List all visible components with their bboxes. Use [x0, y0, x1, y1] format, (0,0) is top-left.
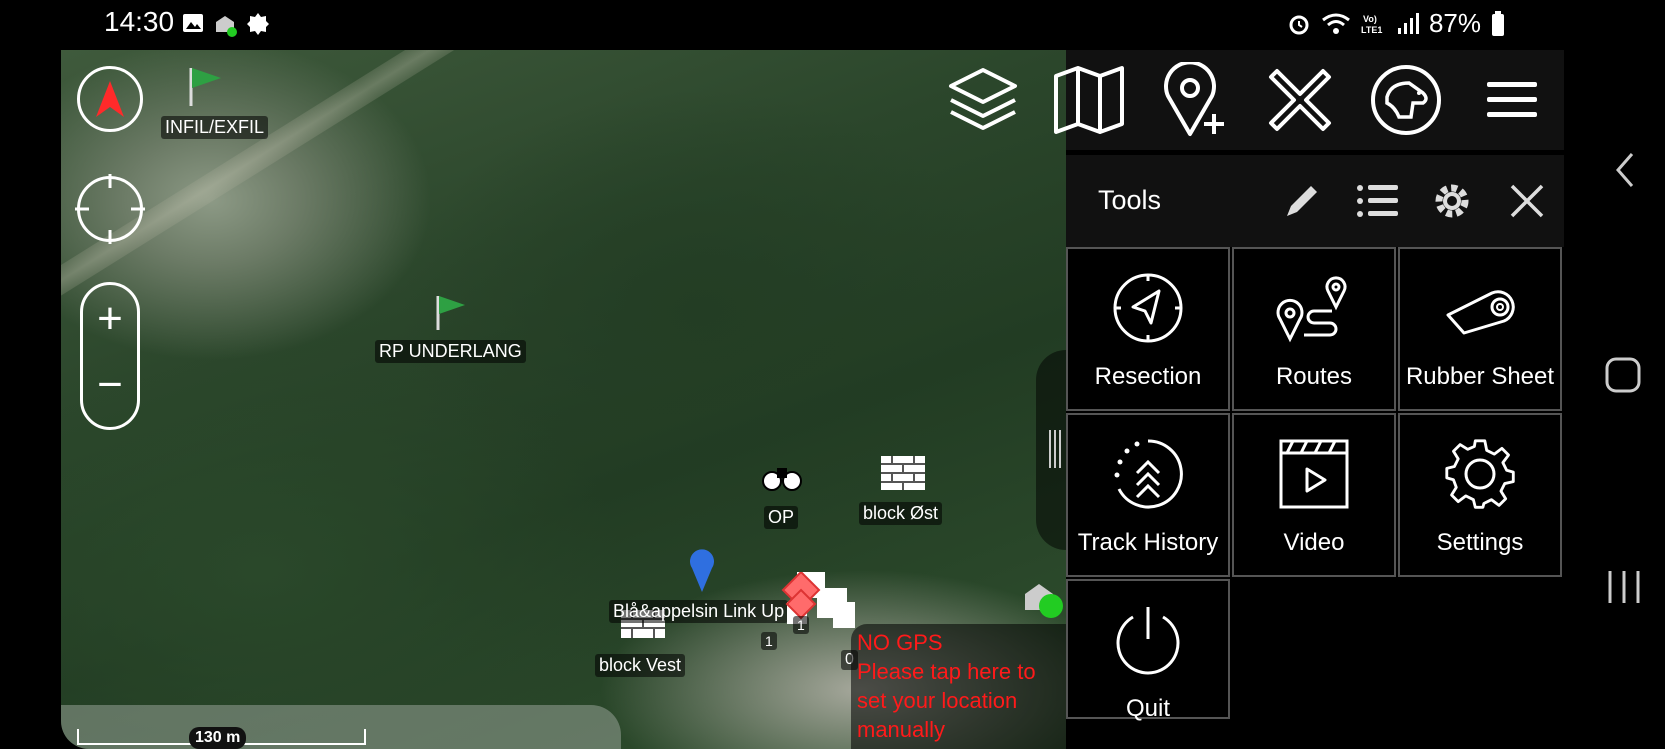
tool-quit[interactable]: Quit	[1066, 579, 1230, 722]
compass-button[interactable]	[77, 66, 143, 132]
home-icon[interactable]	[1604, 356, 1642, 394]
map-view[interactable]: + − INFIL/EXFIL RP UNDERLANG OP block Øs…	[61, 50, 1066, 749]
map-button[interactable]	[1044, 55, 1134, 145]
dog-button[interactable]	[1361, 55, 1451, 145]
tool-label: Rubber Sheet	[1405, 363, 1555, 390]
svg-text:Vo): Vo)	[1363, 14, 1377, 24]
north-arrow-icon	[96, 81, 124, 117]
status-left-icons	[182, 12, 270, 38]
map-icon	[1053, 66, 1124, 134]
add-pin-button[interactable]	[1150, 55, 1240, 145]
close-x-icon	[1269, 69, 1332, 131]
panel-title: Tools	[1098, 185, 1162, 215]
cluster-count-b[interactable]: 1	[793, 616, 809, 634]
zoom-out-button[interactable]: −	[83, 363, 137, 407]
tool-label: Settings	[1436, 529, 1524, 556]
status-right: Vo) LTE1 87%	[1287, 8, 1505, 39]
tool-settings[interactable]: Settings	[1398, 413, 1562, 577]
panel-close-button[interactable]	[1489, 173, 1564, 229]
marker-label-op[interactable]: OP	[764, 506, 799, 529]
map-road	[61, 50, 799, 313]
self-location-icon[interactable]	[1021, 580, 1065, 620]
dog-icon	[1371, 65, 1442, 135]
no-gps-notice[interactable]: NO GPS Please tap here to set your locat…	[851, 624, 1066, 749]
tool-label: Routes	[1275, 363, 1353, 390]
system-nav-bar	[1564, 50, 1665, 749]
status-bar: 14:30 Vo) LTE1 87%	[0, 0, 1665, 50]
alarm-icon	[1289, 15, 1309, 34]
back-icon[interactable]	[1612, 150, 1636, 190]
tool-routes[interactable]: Routes	[1232, 247, 1396, 411]
main-menu-button[interactable]	[1467, 55, 1557, 145]
panel-settings-button[interactable]	[1414, 173, 1489, 229]
scale-label: 130 m	[189, 727, 247, 749]
menu-icon	[1487, 82, 1538, 117]
edit-button[interactable]	[1264, 173, 1339, 229]
volte-icon: Vo)LTE1	[1361, 14, 1382, 35]
flag-icon[interactable]	[185, 64, 225, 108]
panel-header-actions	[1264, 173, 1564, 229]
add-pin-icon	[1163, 62, 1224, 136]
track-history-icon	[1114, 439, 1183, 509]
panel-drag-handle[interactable]	[1036, 350, 1066, 550]
no-gps-message: Please tap here to set your location man…	[857, 659, 1036, 742]
no-gps-title: NO GPS	[857, 630, 943, 655]
tool-label: Track History	[1077, 529, 1219, 556]
battery-percent: 87%	[1428, 8, 1481, 38]
cluster-count-a[interactable]: 1	[761, 632, 777, 650]
wall-icon[interactable]	[881, 456, 925, 490]
tool-label: Quit	[1125, 695, 1170, 722]
gear-badge-icon	[247, 13, 269, 35]
layers-icon	[948, 68, 1017, 130]
tool-label: Resection	[1094, 363, 1202, 390]
close-icon	[1510, 184, 1543, 218]
close-tool-button[interactable]	[1255, 55, 1345, 145]
tool-resection[interactable]: Resection	[1066, 247, 1230, 411]
flag-icon[interactable]	[433, 292, 469, 332]
binoculars-icon[interactable]	[761, 464, 803, 492]
list-icon	[1356, 185, 1398, 217]
pin-icon[interactable]	[689, 548, 715, 592]
crosshair-icon	[75, 174, 145, 244]
tool-rubber-sheet[interactable]: Rubber Sheet	[1398, 247, 1562, 411]
scale-bar: 130 m	[61, 705, 621, 749]
locate-button[interactable]	[75, 174, 145, 244]
signal-icon	[1397, 12, 1419, 34]
image-icon	[183, 14, 203, 32]
video-icon	[1279, 439, 1349, 509]
zoom-control: + −	[80, 282, 140, 430]
tool-track-history[interactable]: Track History	[1066, 413, 1230, 577]
wifi-icon	[1322, 13, 1350, 34]
app-notification-icon	[216, 16, 237, 37]
recents-icon[interactable]	[1606, 568, 1642, 606]
marker-label-linkup[interactable]: Blå&appelsin Link Up	[609, 600, 789, 623]
compass-icon	[1113, 273, 1183, 343]
tool-label: Video	[1283, 529, 1345, 556]
tools-panel-header: Tools	[1066, 155, 1564, 247]
status-time: 14:30	[104, 6, 175, 37]
list-button[interactable]	[1339, 173, 1414, 229]
svg-text:LTE1: LTE1	[1361, 25, 1382, 35]
tool-video[interactable]: Video	[1232, 413, 1396, 577]
marker-label-rp[interactable]: RP UNDERLANG	[375, 340, 526, 363]
power-icon	[1116, 607, 1180, 675]
settings-icon	[1445, 439, 1515, 509]
marker-label-block-ost[interactable]: block Øst	[859, 502, 943, 525]
marker-label-infil[interactable]: INFIL/EXFIL	[161, 116, 269, 139]
marker-label-block-vest[interactable]: block Vest	[595, 654, 686, 677]
grip-icon	[1049, 430, 1061, 468]
pencil-icon	[1286, 186, 1317, 216]
gear-icon	[1435, 184, 1468, 218]
layers-button[interactable]	[938, 55, 1028, 145]
tools-panel: Tools Resection Routes Rubber Sheet Trac…	[1066, 155, 1564, 749]
top-toolbar	[930, 50, 1565, 150]
route-icon	[1276, 276, 1347, 343]
battery-icon	[1492, 10, 1504, 36]
zoom-in-button[interactable]: +	[83, 297, 137, 341]
rubber-sheet-icon	[1446, 290, 1515, 335]
